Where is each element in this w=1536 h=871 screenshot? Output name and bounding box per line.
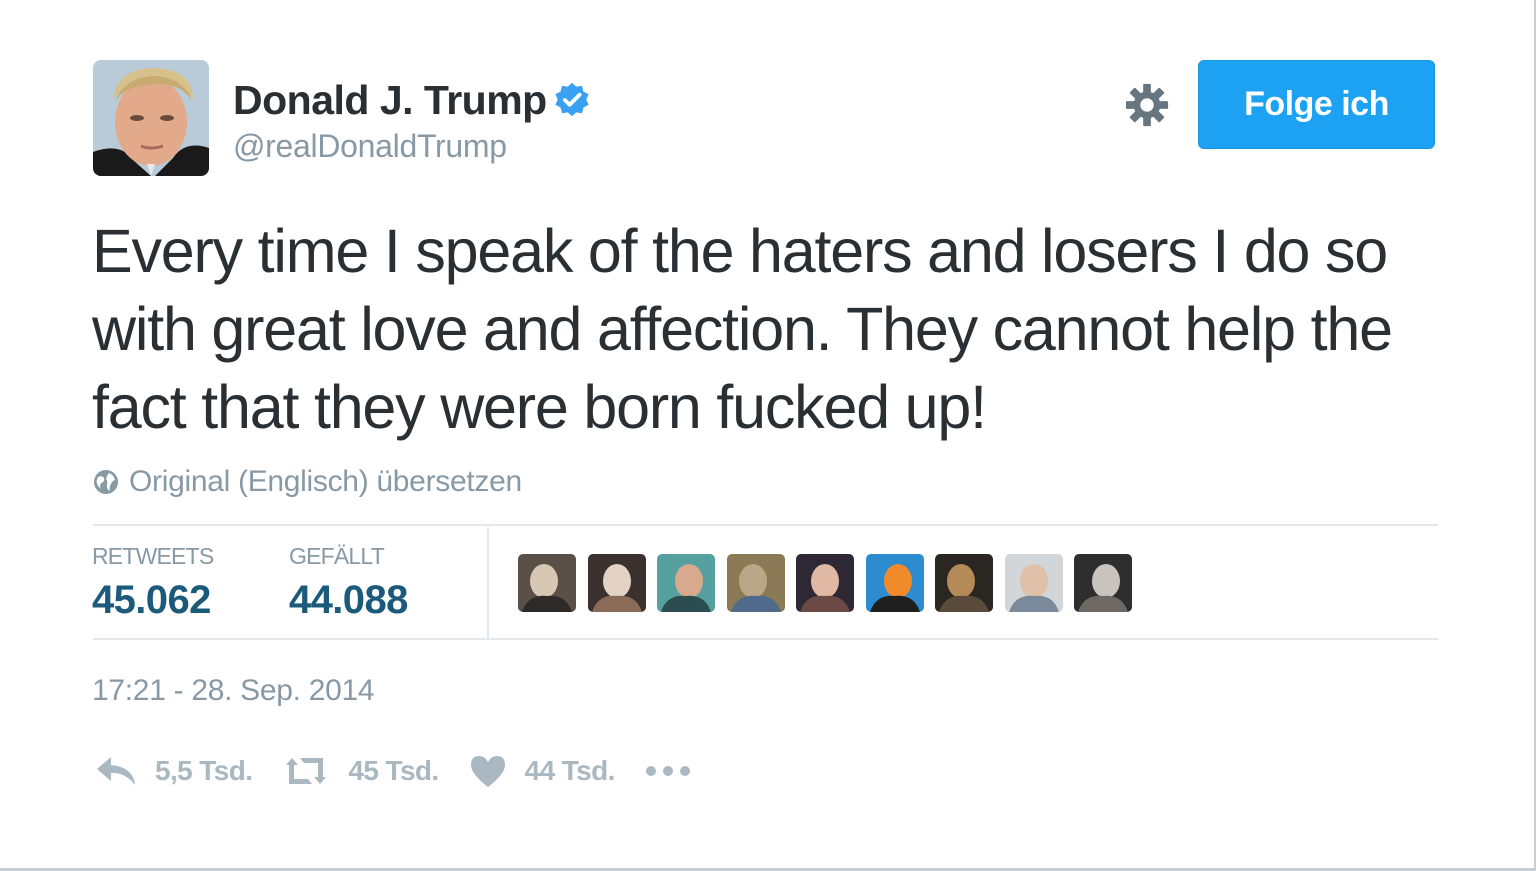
retweet-button[interactable]: 45 Tsd. — [282, 755, 439, 787]
liker-avatar[interactable] — [587, 554, 646, 612]
translate-link[interactable]: Original (Englisch) übersetzen — [92, 462, 522, 502]
reply-icon — [97, 757, 135, 785]
like-button[interactable]: 44 Tsd. — [469, 754, 615, 788]
retweet-icon — [286, 758, 327, 784]
profile-photo-icon — [657, 554, 715, 612]
profile-photo-icon — [865, 554, 924, 612]
liker-avatar[interactable] — [865, 554, 924, 612]
profile-photo-icon — [518, 554, 576, 612]
verified-badge-icon — [555, 82, 589, 117]
reply-button[interactable]: 5,5 Tsd. — [95, 755, 253, 787]
tweet-text: Every time I speak of the haters and los… — [92, 217, 1393, 441]
profile-photo-icon — [796, 554, 854, 612]
tweet-timestamp[interactable]: 17:21 - 28. Sep. 2014 — [92, 674, 375, 708]
action-bar: 5,5 Tsd. 45 Tsd. 44 Tsd. — [95, 748, 721, 794]
reply-count: 5,5 Tsd. — [155, 755, 253, 786]
stats-divider-top — [93, 524, 1438, 526]
stats-divider-bottom — [93, 638, 1438, 640]
user-handle[interactable]: @realDonaldTrump — [233, 128, 507, 165]
profile-photo-icon — [1074, 554, 1132, 612]
liker-avatar[interactable] — [518, 554, 576, 612]
display-name[interactable]: Donald J. Trump — [233, 77, 547, 124]
profile-photo-icon — [93, 60, 209, 176]
profile-photo-icon — [935, 554, 993, 612]
retweets-value: 45.062 — [92, 578, 211, 622]
likes-stat[interactable]: GEFÄLLT 44.088 — [289, 543, 408, 623]
translate-label[interactable]: Original (Englisch) übersetzen — [129, 465, 522, 499]
liker-avatar[interactable] — [657, 554, 715, 612]
liker-avatar[interactable] — [1004, 554, 1063, 612]
retweets-label: RETWEETS — [92, 543, 214, 569]
profile-photo-icon — [587, 554, 646, 612]
more-dots-icon — [645, 766, 690, 776]
name-row: Donald J. Trump — [233, 76, 591, 124]
profile-avatar[interactable] — [93, 60, 209, 176]
likes-label: GEFÄLLT — [289, 543, 385, 569]
liker-avatar[interactable] — [935, 554, 993, 612]
gear-icon[interactable] — [1124, 82, 1170, 128]
retweet-count: 45 Tsd. — [348, 755, 439, 786]
profile-photo-icon — [726, 554, 785, 612]
more-button[interactable] — [645, 764, 691, 778]
likes-value: 44.088 — [289, 578, 408, 622]
profile-photo-icon — [1004, 554, 1063, 612]
liker-avatar[interactable] — [726, 554, 785, 612]
liker-avatar[interactable] — [1074, 554, 1132, 612]
follow-button[interactable]: Folge ich — [1198, 60, 1435, 149]
heart-icon — [470, 756, 505, 787]
stats-divider-vertical — [487, 527, 489, 638]
liker-avatars — [518, 554, 1144, 612]
like-count: 44 Tsd. — [524, 755, 616, 786]
retweets-stat[interactable]: RETWEETS 45.062 — [92, 543, 214, 623]
globe-icon — [94, 470, 118, 494]
liker-avatar[interactable] — [796, 554, 854, 612]
